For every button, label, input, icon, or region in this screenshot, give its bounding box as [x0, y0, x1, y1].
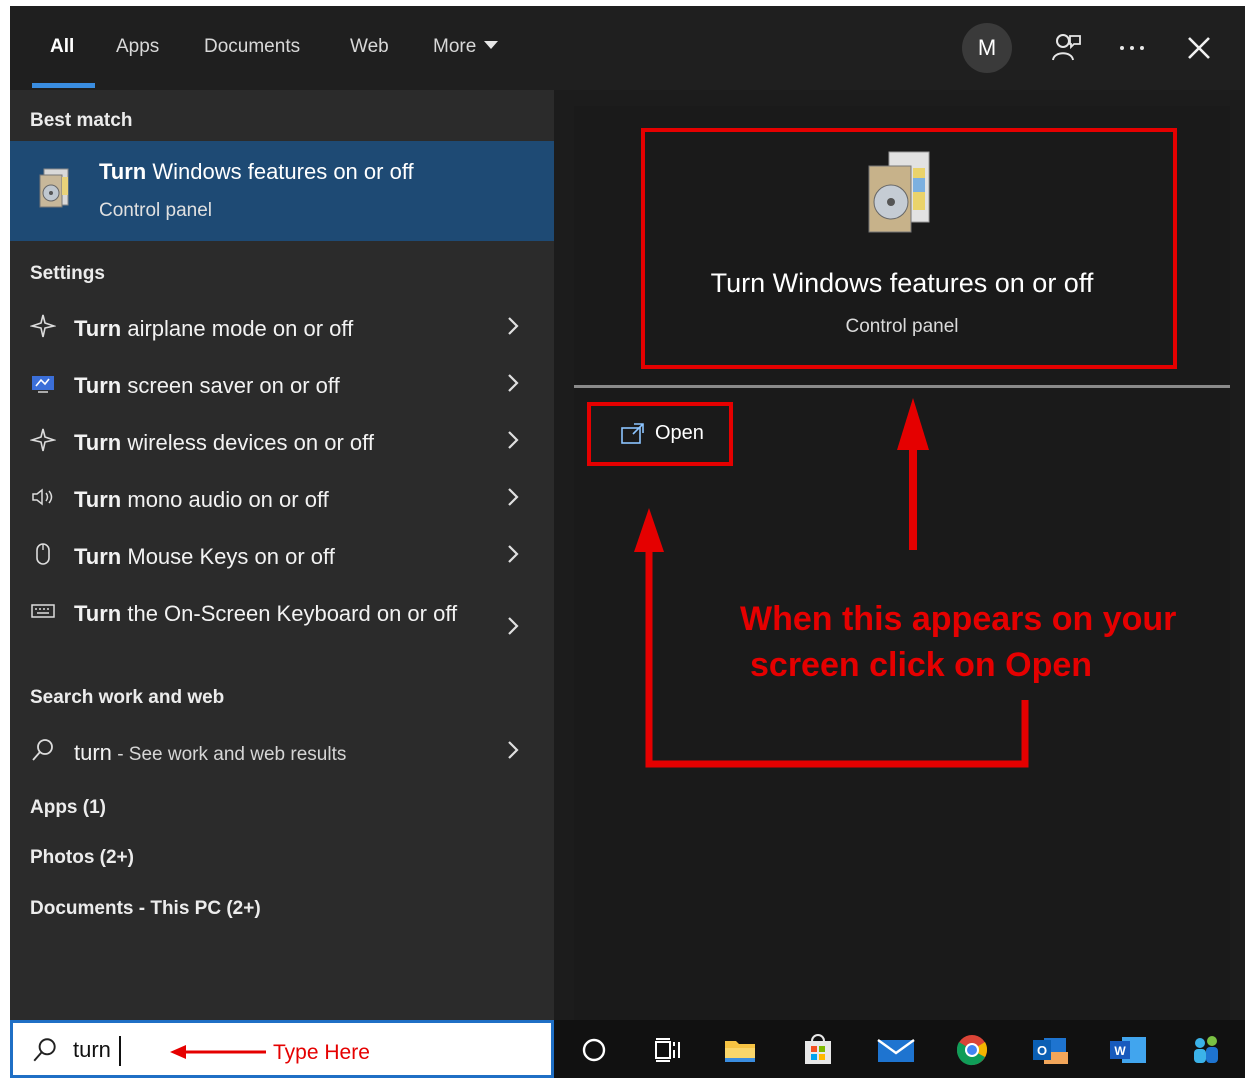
settings-item-label: Turn Mouse Keys on or off: [74, 541, 464, 572]
chevron-right-icon: [508, 545, 519, 563]
word-icon[interactable]: W: [1108, 1032, 1148, 1068]
settings-item-mono-audio[interactable]: Turn mono audio on or off: [10, 472, 554, 529]
annotation-line-1: When this appears on your: [740, 600, 1177, 638]
type-here-annotation: Type Here: [273, 1041, 370, 1064]
open-label: Open: [655, 422, 704, 444]
open-icon: [621, 423, 644, 444]
search-suffix-text: - See work and web results: [111, 744, 347, 765]
tab-apps[interactable]: Apps: [116, 36, 159, 58]
settings-item-label: Turn the On-Screen Keyboard on or off: [74, 598, 474, 629]
speaker-icon: [32, 488, 53, 506]
settings-item-wireless-devices[interactable]: Turn wireless devices on or off: [10, 415, 554, 472]
svg-text:O: O: [1037, 1043, 1047, 1058]
keyword-text: Turn: [74, 316, 122, 341]
tab-all[interactable]: All: [50, 36, 74, 58]
preview-divider: [574, 385, 1230, 388]
task-view-icon[interactable]: [650, 1032, 686, 1068]
keyword-text: Turn: [74, 373, 122, 398]
preview-subtitle: Control panel: [845, 316, 959, 337]
label-text: screen saver on or off: [121, 373, 340, 398]
text-cursor: [119, 1036, 121, 1066]
cortana-icon[interactable]: [576, 1032, 612, 1068]
keyboard-icon: [31, 604, 55, 618]
settings-item-mouse-keys[interactable]: Turn Mouse Keys on or off: [10, 529, 554, 586]
best-match-subtitle: Control panel: [99, 200, 213, 221]
best-match-heading: Best match: [30, 110, 133, 131]
screen-saver-icon: [32, 376, 54, 393]
taskbar: O W: [554, 1020, 1245, 1078]
airplane-icon: [30, 428, 56, 452]
search-web-item[interactable]: turn - See work and web results: [10, 725, 554, 782]
settings-item-label: Turn wireless devices on or off: [74, 427, 464, 458]
best-match-item[interactable]: Turn Windows features on or off Control …: [10, 141, 554, 241]
windows-features-icon: [868, 151, 930, 233]
chevron-right-icon: [508, 374, 519, 392]
mouse-icon: [36, 543, 50, 565]
airplane-icon: [30, 314, 56, 338]
active-tab-indicator: [32, 83, 95, 88]
windows-features-icon: [39, 168, 69, 208]
label-text: airplane mode on or off: [121, 316, 354, 341]
best-match-rest: Windows features on or off: [146, 159, 414, 184]
search-web-label: turn - See work and web results: [74, 737, 464, 770]
outlook-icon[interactable]: O: [1030, 1032, 1070, 1068]
label-text: wireless devices on or off: [121, 430, 374, 455]
label-text: the On-Screen Keyboard on or off: [121, 601, 458, 626]
keyword-text: Turn: [74, 544, 122, 569]
results-list: Best match Turn Windows features on or o…: [10, 90, 554, 1020]
chevron-right-icon: [508, 431, 519, 449]
settings-item-airplane-mode[interactable]: Turn airplane mode on or off: [10, 301, 554, 358]
keyword-text: Turn: [74, 601, 122, 626]
account-avatar[interactable]: M: [962, 23, 1012, 73]
search-query-text: turn: [74, 740, 112, 765]
type-here-arrow: [170, 1045, 266, 1059]
search-box[interactable]: turn Type Here: [10, 1020, 554, 1078]
people-icon[interactable]: [1186, 1032, 1226, 1068]
search-web-heading: Search work and web: [30, 687, 225, 708]
tab-web[interactable]: Web: [350, 36, 389, 58]
best-match-keyword: Turn: [99, 159, 147, 184]
more-options-icon[interactable]: [1114, 30, 1150, 66]
settings-item-on-screen-keyboard[interactable]: Turn the On-Screen Keyboard on or off: [10, 586, 554, 668]
keyword-text: Turn: [74, 487, 122, 512]
mail-icon[interactable]: [876, 1032, 916, 1068]
photos-heading[interactable]: Photos (2+): [30, 847, 134, 869]
search-icon: [33, 1038, 56, 1062]
search-icon: [32, 739, 53, 761]
tab-documents[interactable]: Documents: [204, 36, 300, 58]
label-text: Mouse Keys on or off: [121, 544, 335, 569]
tab-more-label: More: [433, 36, 477, 57]
settings-heading: Settings: [30, 263, 105, 284]
search-window: All Apps Documents Web More M Best match: [10, 6, 1245, 1078]
annotation-text: When this appears on your screen click o…: [740, 596, 1200, 688]
chevron-right-icon: [508, 488, 519, 506]
search-header: All Apps Documents Web More M: [10, 6, 1245, 90]
store-icon[interactable]: [800, 1032, 836, 1068]
file-explorer-icon[interactable]: [722, 1032, 758, 1068]
apps-heading[interactable]: Apps (1): [30, 797, 106, 819]
settings-item-label: Turn mono audio on or off: [74, 484, 464, 515]
caret-down-icon: [484, 41, 499, 49]
label-text: mono audio on or off: [121, 487, 329, 512]
settings-item-label: Turn airplane mode on or off: [74, 313, 464, 344]
documents-heading[interactable]: Documents - This PC (2+): [30, 898, 261, 920]
search-input[interactable]: turn: [73, 1037, 111, 1063]
keyword-text: Turn: [74, 430, 122, 455]
tab-more[interactable]: More: [433, 36, 499, 58]
best-match-title: Turn Windows features on or off: [99, 159, 414, 185]
annotation-line-2: screen click on Open: [750, 646, 1093, 684]
settings-item-label: Turn screen saver on or off: [74, 370, 464, 401]
settings-item-screen-saver[interactable]: Turn screen saver on or off: [10, 358, 554, 415]
chevron-right-icon: [508, 741, 519, 759]
feedback-icon[interactable]: [1048, 30, 1084, 66]
svg-text:W: W: [1114, 1044, 1126, 1058]
chevron-right-icon: [508, 317, 519, 335]
open-button[interactable]: Open: [600, 414, 730, 456]
preview-title: Turn Windows features on or off: [710, 268, 1094, 298]
preview-pane: Turn Windows features on or off Control …: [574, 106, 1230, 1020]
chevron-right-icon: [508, 617, 519, 635]
close-icon[interactable]: [1181, 30, 1217, 66]
chrome-icon[interactable]: [954, 1032, 990, 1068]
